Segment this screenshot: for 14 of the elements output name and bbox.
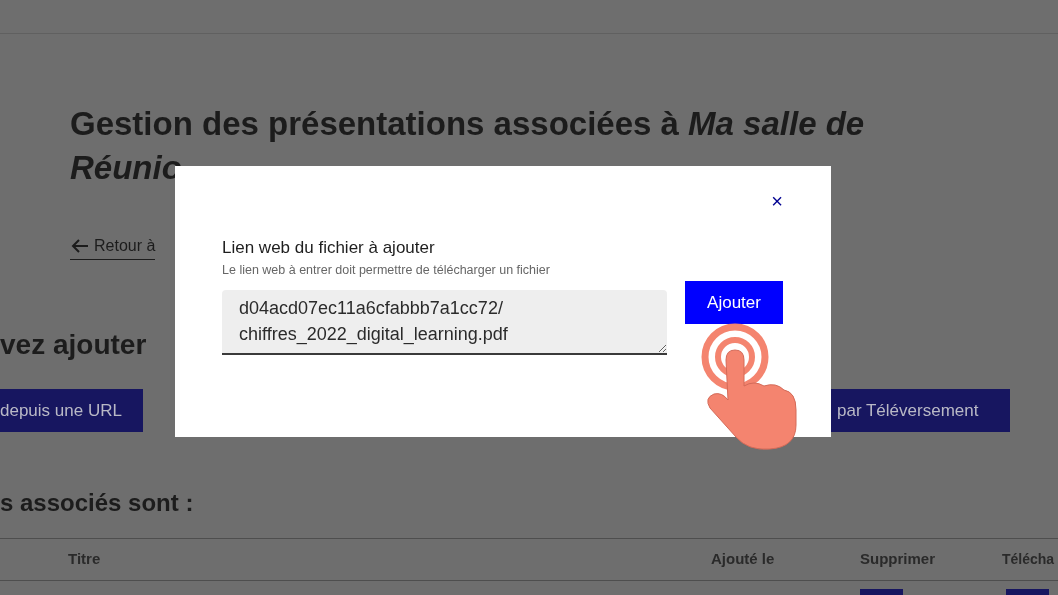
list-heading: s associés sont : (0, 488, 194, 518)
add-button[interactable]: Ajouter (685, 281, 783, 324)
close-button[interactable]: × (771, 190, 783, 212)
field-label: Lien web du fichier à ajouter (222, 237, 436, 259)
section-heading: vez ajouter (0, 328, 147, 362)
column-header: Titre (68, 549, 102, 570)
add-url-button[interactable]: depuis une URL (0, 389, 143, 432)
column-header: Supprimer (860, 549, 936, 570)
url-field[interactable]: d04acd07ec11a6cfabbb7a1cc72/ chiffres_2022_digital_learning.pdf (222, 290, 667, 355)
page-title: Gestion des présentations associées à Ma salle de Réunio (70, 104, 866, 188)
field-hint: Le lien web à entrer doit permettre de télécharger un fichier (222, 262, 551, 279)
column-header: Ajouté le (711, 549, 776, 570)
column-header: Télécha (1002, 550, 1055, 569)
arrow-left-icon (70, 238, 90, 254)
